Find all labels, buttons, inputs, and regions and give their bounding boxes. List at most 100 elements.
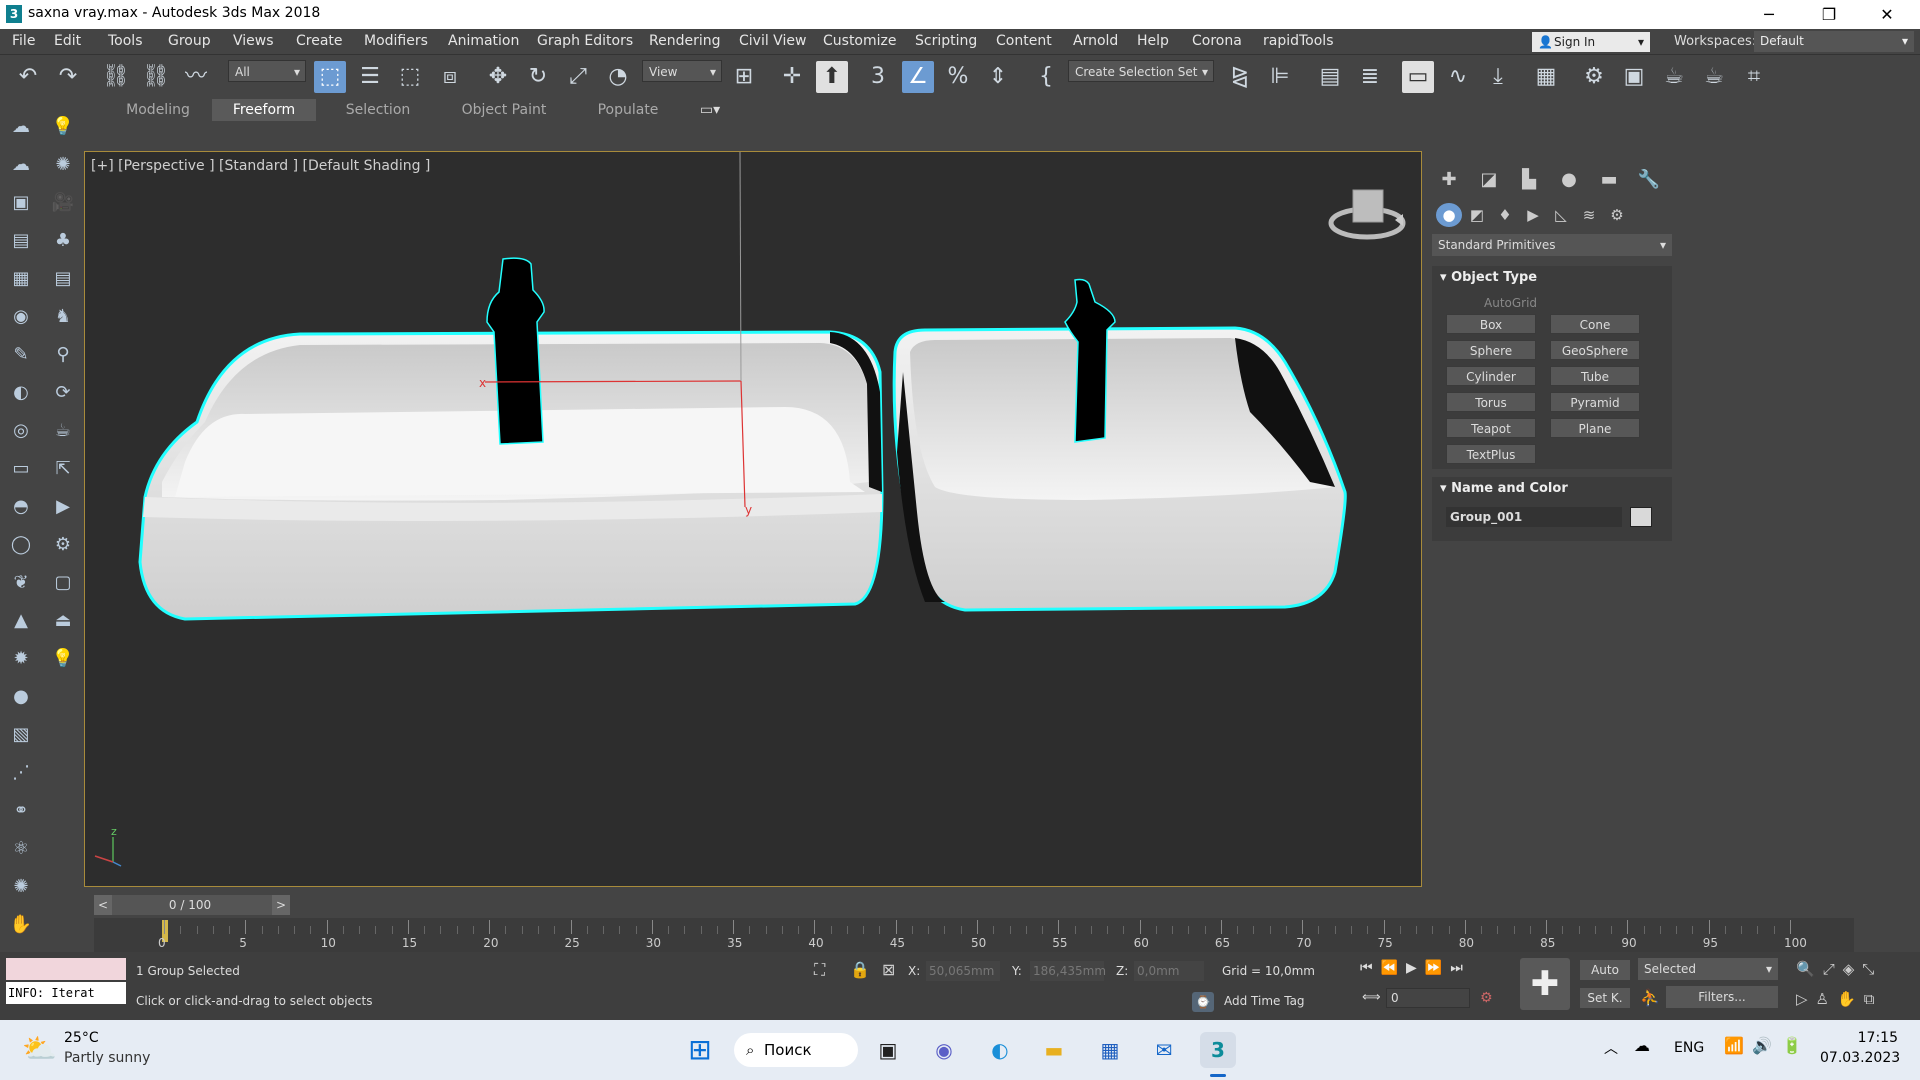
autogrid-checkbox[interactable]: AutoGrid [1484, 296, 1537, 310]
orb-icon[interactable]: ● [8, 684, 34, 710]
table-icon[interactable]: ▦ [8, 266, 34, 292]
pivot-center-icon[interactable]: ⊞ [728, 61, 760, 93]
rotate-tool-icon[interactable]: ⟳ [50, 380, 76, 406]
time-tag-icon[interactable]: ⌚ [1192, 992, 1214, 1012]
render-iterative-icon[interactable]: ☕ [1698, 61, 1730, 93]
edge-icon[interactable]: ◐ [982, 1032, 1018, 1068]
lights-category-icon[interactable]: ♦ [1492, 203, 1518, 227]
weather-temperature[interactable]: 25°C [64, 1030, 99, 1046]
track-bar[interactable]: 0 5 10 15 20 25 30 35 40 45 50 55 60 65 70 75 80 85 90 95 10… [94, 918, 1854, 952]
menu-customize[interactable]: Customize [823, 33, 897, 49]
menu-corona[interactable]: Corona [1192, 33, 1242, 49]
workspaces-dropdown[interactable]: Default ▾ [1754, 31, 1914, 52]
z-coordinate-field[interactable]: 0,0mm [1134, 961, 1204, 981]
perspective-viewport[interactable]: [+] [Perspective ] [Standard ] [Default … [84, 151, 1422, 887]
disc-icon[interactable]: ◯ [8, 532, 34, 558]
key-filter-icon[interactable]: ⛹ [1640, 988, 1660, 1007]
render-setup-icon[interactable]: ⚙ [1578, 61, 1610, 93]
star-icon[interactable]: ✹ [8, 646, 34, 672]
tab-selection[interactable]: Selection [330, 99, 426, 121]
absolute-mode-icon[interactable]: ⊠ [882, 960, 895, 979]
menu-rendering[interactable]: Rendering [649, 33, 721, 49]
cylinder-button[interactable]: Cylinder [1446, 366, 1536, 386]
wifi-icon[interactable]: 📶 [1724, 1036, 1744, 1055]
selection-filter-dropdown[interactable]: All ▾ [228, 60, 306, 82]
menu-tools[interactable]: Tools [108, 33, 143, 49]
globe-icon[interactable]: ✺ [8, 874, 34, 900]
previous-frame-icon[interactable]: ⏪ [1381, 960, 1406, 976]
scene-explorer-icon[interactable]: ▤ [1314, 61, 1346, 93]
edit-named-selection-icon[interactable]: { [1030, 61, 1062, 93]
time-slider-next[interactable]: > [272, 895, 290, 915]
tree-icon[interactable]: ♣ [50, 228, 76, 254]
mirror-icon[interactable]: ⧎ [1224, 61, 1256, 93]
select-manipulate-icon[interactable]: ✛ [776, 61, 808, 93]
tube-button[interactable]: Tube [1550, 366, 1640, 386]
bind-space-warp-icon[interactable]: 〰 [180, 61, 212, 93]
tab-object-paint[interactable]: Object Paint [446, 99, 562, 121]
redo-icon[interactable]: ↷ [52, 61, 84, 93]
render-in-cloud-icon[interactable]: ⌗ [1738, 61, 1770, 93]
cone-button[interactable]: Cone [1550, 314, 1640, 334]
tab-modeling[interactable]: Modeling [110, 99, 206, 121]
gear-group-icon[interactable]: ⚙ [50, 532, 76, 558]
pin-icon[interactable]: ⚲ [50, 342, 76, 368]
panel-icon[interactable]: ▭ [8, 456, 34, 482]
named-selection-set-dropdown[interactable]: Create Selection Set ▾ [1068, 60, 1214, 82]
create-tab-icon[interactable]: ✚ [1434, 167, 1464, 193]
box-button[interactable]: Box [1446, 314, 1536, 334]
sphere-button[interactable]: Sphere [1446, 340, 1536, 360]
systems-category-icon[interactable]: ⚙ [1604, 203, 1630, 227]
snaps-toggle-icon[interactable]: 3 [862, 61, 894, 93]
selection-key-dropdown[interactable]: Selected ▾ [1638, 958, 1778, 980]
lock-selection-icon[interactable]: 🔒 [850, 960, 870, 979]
hand-icon[interactable]: ✋ [8, 912, 34, 938]
minimize-button[interactable]: ─ [1740, 0, 1798, 29]
percent-snap-icon[interactable]: % [942, 61, 974, 93]
3dsmax-taskbar-icon[interactable]: 3 [1200, 1032, 1236, 1068]
ribbon-options-icon[interactable]: ▭▾ [690, 99, 730, 121]
document-icon[interactable]: ▤ [8, 228, 34, 254]
weather-description[interactable]: Partly sunny [64, 1050, 150, 1066]
menu-graph-editors[interactable]: Graph Editors [537, 33, 633, 49]
placement-icon[interactable]: ◔ [602, 61, 634, 93]
menu-content[interactable]: Content [996, 33, 1052, 49]
dome-icon[interactable]: ◓ [8, 494, 34, 520]
hierarchy-tab-icon[interactable]: ▙ [1514, 167, 1544, 193]
teapot-button[interactable]: Teapot [1446, 418, 1536, 438]
key-filters-button[interactable]: Filters... [1666, 986, 1778, 1008]
time-slider-prev[interactable]: < [94, 895, 112, 915]
menu-edit[interactable]: Edit [54, 33, 81, 49]
utilities-tab-icon[interactable]: 🔧 [1634, 167, 1664, 193]
bulb-icon[interactable]: 💡 [50, 646, 76, 672]
light-icon[interactable]: 💡 [50, 114, 76, 140]
scale-icon[interactable]: ⤢ [562, 61, 594, 93]
maxscript-listener-input[interactable] [6, 958, 126, 980]
zoom-icon[interactable]: 🔍 [1796, 960, 1823, 978]
unlink-icon[interactable]: ⛓ [140, 61, 172, 93]
frame-buffer-icon[interactable]: ▣ [8, 190, 34, 216]
maximize-toggle-icon[interactable]: ⧉ [1864, 990, 1883, 1008]
link-icon[interactable]: ⛓ [100, 61, 132, 93]
menu-views[interactable]: Views [233, 33, 274, 49]
weather-icon[interactable]: ⛅ [22, 1032, 57, 1065]
figure-icon[interactable]: ♞ [50, 304, 76, 330]
time-configuration-icon[interactable]: ⚙ [1480, 990, 1493, 1006]
menu-animation[interactable]: Animation [448, 33, 519, 49]
show-hidden-icons[interactable]: ︿ [1604, 1038, 1618, 1058]
tab-populate[interactable]: Populate [580, 99, 676, 121]
sink-right[interactable] [892, 326, 1347, 612]
start-icon[interactable]: ⊞ [682, 1032, 718, 1068]
set-key-button[interactable]: Set K. [1580, 988, 1630, 1008]
cloud-icon[interactable]: ☁ [8, 152, 34, 178]
walk-through-icon[interactable]: ♙ [1816, 990, 1837, 1008]
helpers-category-icon[interactable]: ◺ [1548, 203, 1574, 227]
window-crossing-icon[interactable]: ⧈ [434, 61, 466, 93]
rectangular-selection-icon[interactable]: ⬚ [394, 61, 426, 93]
camera-icon[interactable]: 🎥 [50, 190, 76, 216]
undo-icon[interactable]: ↶ [12, 61, 44, 93]
schematic-view-icon[interactable]: ⤓ [1482, 61, 1514, 93]
tab-freeform[interactable]: Freeform [212, 99, 316, 121]
go-to-start-icon[interactable]: ⏮ [1360, 960, 1381, 976]
hatch-icon[interactable]: ▧ [8, 722, 34, 748]
